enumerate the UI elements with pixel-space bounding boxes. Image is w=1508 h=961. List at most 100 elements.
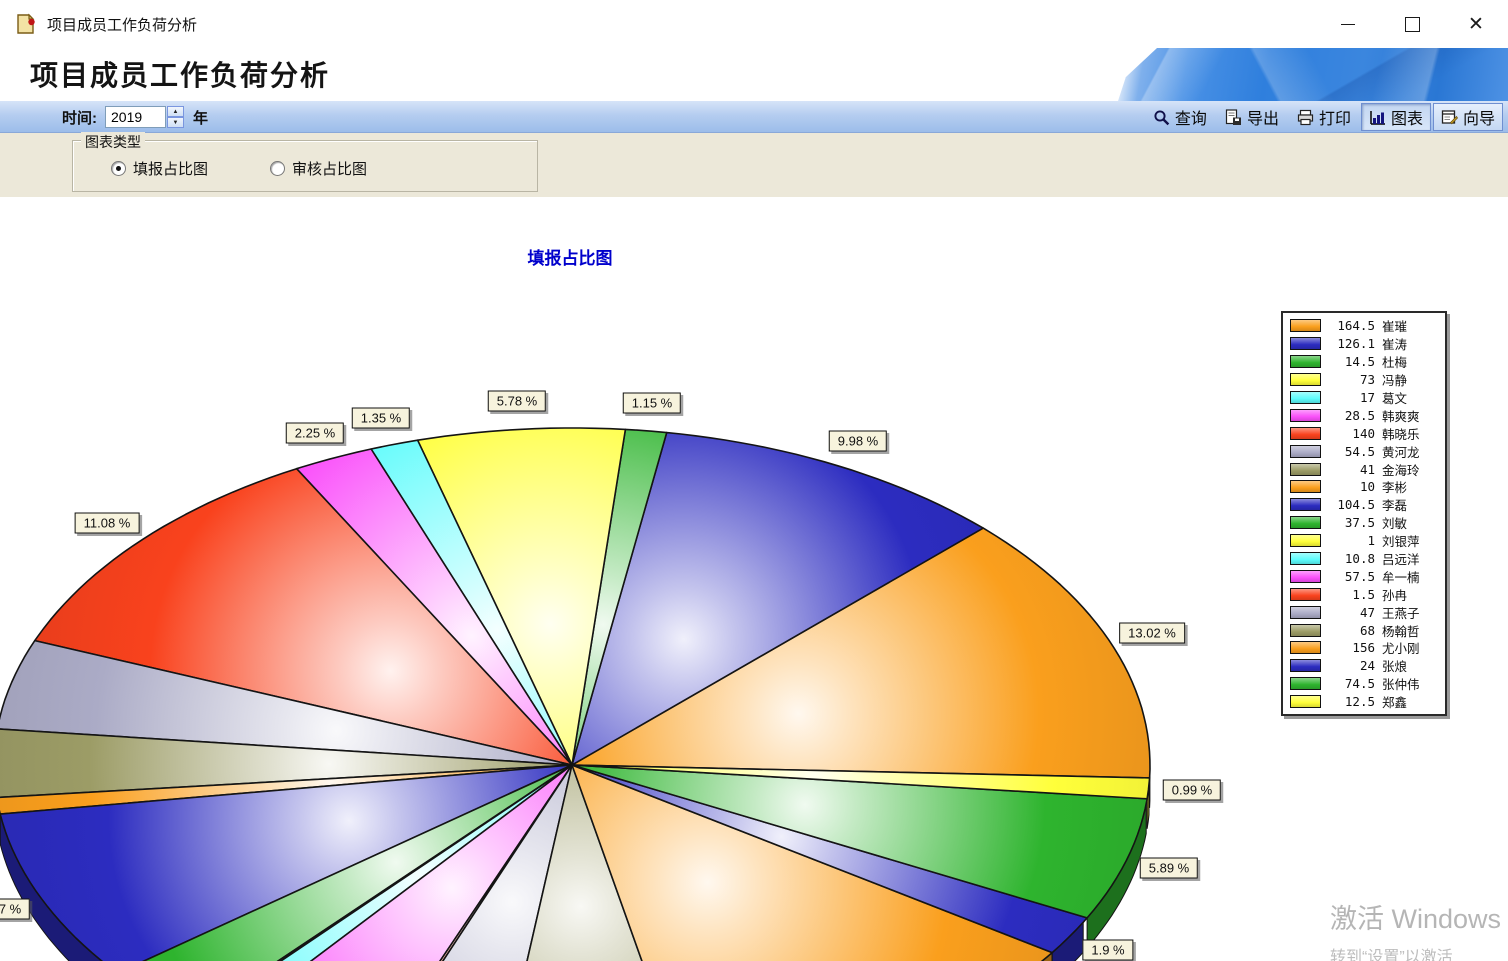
percent-label: 5.89 % xyxy=(1140,858,1198,879)
radio-option-label: 审核占比图 xyxy=(292,158,367,179)
legend-row: 37.5刘敏 xyxy=(1283,514,1445,532)
radio-icon xyxy=(111,161,126,176)
legend-name: 杨翰哲 xyxy=(1382,621,1420,640)
legend-value: 10 xyxy=(1325,479,1375,494)
legend-value: 37.5 xyxy=(1325,515,1375,530)
legend-value: 126.1 xyxy=(1325,336,1375,351)
legend-name: 冯静 xyxy=(1382,370,1407,389)
chart-button[interactable]: 图表 xyxy=(1361,103,1431,131)
legend-value: 14.5 xyxy=(1325,354,1375,369)
year-unit-label: 年 xyxy=(193,107,208,128)
legend-row: 24 张烺 xyxy=(1283,657,1445,675)
legend-value: 41 xyxy=(1325,462,1375,477)
legend-name: 孙冉 xyxy=(1382,585,1407,604)
legend-swatch xyxy=(1290,534,1321,547)
legend-name: 李磊 xyxy=(1382,495,1407,514)
chart-icon xyxy=(1369,109,1386,126)
legend-value: 1.5 xyxy=(1325,587,1375,602)
legend-row: 156 尤小刚 xyxy=(1283,639,1445,657)
percent-label: 1.35 % xyxy=(352,408,410,429)
legend-row: 57.5牟一楠 xyxy=(1283,567,1445,585)
workload-analysis-window: { "window": { "title": "项目成员工作负荷分析", "co… xyxy=(0,0,1508,961)
toolbar: 时间: ▲ ▼ 年 查询导出打印图表 向导 xyxy=(0,101,1508,133)
chart-type-options: 填报占比图 审核占比图 xyxy=(111,158,429,179)
year-spinner: ▲ ▼ xyxy=(167,106,184,128)
legend-row: 1刘银萍 xyxy=(1283,532,1445,550)
legend-swatch xyxy=(1290,606,1321,619)
legend-swatch xyxy=(1290,427,1321,440)
legend-value: 73 xyxy=(1325,372,1375,387)
legend-row: 126.1崔涛 xyxy=(1283,335,1445,353)
legend-value: 1 xyxy=(1325,533,1375,548)
legend-name: 张仲伟 xyxy=(1382,674,1420,693)
radio-icon xyxy=(270,161,285,176)
legend-value: 47 xyxy=(1325,605,1375,620)
legend-row: 10李彬 xyxy=(1283,478,1445,496)
legend-row: 17葛文 xyxy=(1283,389,1445,407)
chart-type-groupbox: 图表类型 填报占比图审核占比图 xyxy=(72,140,538,192)
spinner-down-icon[interactable]: ▼ xyxy=(167,117,184,128)
maximize-icon xyxy=(1405,17,1420,32)
spinner-up-icon[interactable]: ▲ xyxy=(167,106,184,117)
legend-swatch xyxy=(1290,391,1321,404)
percent-label: 1.9 % xyxy=(1082,940,1133,961)
radio-option-review-ratio[interactable]: 审核占比图 xyxy=(270,158,367,179)
legend-swatch xyxy=(1290,659,1321,672)
legend-name: 王燕子 xyxy=(1382,603,1420,622)
percent-label: 2.25 % xyxy=(286,423,344,444)
legend-name: 郑鑫 xyxy=(1382,692,1407,711)
toolbar-button-label: 查询 xyxy=(1175,105,1207,129)
legend-swatch xyxy=(1290,373,1321,386)
wizard-button[interactable]: 向导 xyxy=(1433,103,1503,131)
percent-label: 5.78 % xyxy=(488,391,546,412)
radio-selected-dot xyxy=(116,166,121,171)
percent-label: 9.98 % xyxy=(829,431,887,452)
close-button[interactable]: ✕ xyxy=(1444,0,1508,48)
legend-row: 28.5韩爽爽 xyxy=(1283,406,1445,424)
legend-name: 崔璀 xyxy=(1382,316,1407,335)
radio-option-label: 填报占比图 xyxy=(133,158,208,179)
export-button[interactable]: 导出 xyxy=(1217,103,1287,131)
legend-row: 164.5 崔璀 xyxy=(1283,317,1445,335)
minimize-button[interactable] xyxy=(1316,0,1380,48)
toolbar-buttons: 查询导出打印图表 向导 xyxy=(1143,101,1503,133)
legend-row: 104.5 李磊 xyxy=(1283,496,1445,514)
legend-name: 张烺 xyxy=(1382,656,1407,675)
legend-swatch xyxy=(1290,677,1321,690)
legend-name: 韩爽爽 xyxy=(1382,406,1420,425)
legend-name: 黄河龙 xyxy=(1382,442,1420,461)
legend-row: 14.5 杜梅 xyxy=(1283,353,1445,371)
legend-swatch xyxy=(1290,319,1321,332)
print-button[interactable]: 打印 xyxy=(1289,103,1359,131)
legend-row: 74.5 张仲伟 xyxy=(1283,675,1445,693)
legend-value: 74.5 xyxy=(1325,676,1375,691)
maximize-button[interactable] xyxy=(1380,0,1444,48)
chart-legend: 164.5崔璀126.1崔涛14.5杜梅73冯静17葛文28.5韩爽爽140韩晓… xyxy=(1281,311,1447,716)
legend-swatch xyxy=(1290,498,1321,511)
app-icon xyxy=(14,12,38,36)
legend-value: 164.5 xyxy=(1325,318,1375,333)
chart-area: 填报占比图 13.02 %9.98 %1.15 %5.78 %1.35 %2.2… xyxy=(0,197,1508,961)
page-header: 项目成员工作负荷分析 xyxy=(0,48,1508,101)
legend-row: 41金海玲 xyxy=(1283,460,1445,478)
year-input[interactable] xyxy=(105,106,166,128)
legend-name: 尤小刚 xyxy=(1382,638,1420,657)
legend-name: 杜梅 xyxy=(1382,352,1407,371)
legend-value: 156 xyxy=(1325,640,1375,655)
query-button[interactable]: 查询 xyxy=(1145,103,1215,131)
legend-swatch xyxy=(1290,516,1321,529)
legend-row: 73 冯静 xyxy=(1283,371,1445,389)
legend-row: 54.5黄河龙 xyxy=(1283,442,1445,460)
legend-value: 104.5 xyxy=(1325,497,1375,512)
time-filter: 时间: ▲ ▼ 年 xyxy=(62,101,208,133)
radio-option-fill-ratio[interactable]: 填报占比图 xyxy=(111,158,208,179)
legend-value: 12.5 xyxy=(1325,694,1375,709)
toolbar-button-label: 向导 xyxy=(1463,105,1495,129)
legend-row: 47 王燕子 xyxy=(1283,603,1445,621)
legend-swatch xyxy=(1290,480,1321,493)
legend-swatch xyxy=(1290,409,1321,422)
legend-value: 17 xyxy=(1325,390,1375,405)
legend-swatch xyxy=(1290,463,1321,476)
legend-swatch xyxy=(1290,695,1321,708)
legend-value: 24 xyxy=(1325,658,1375,673)
